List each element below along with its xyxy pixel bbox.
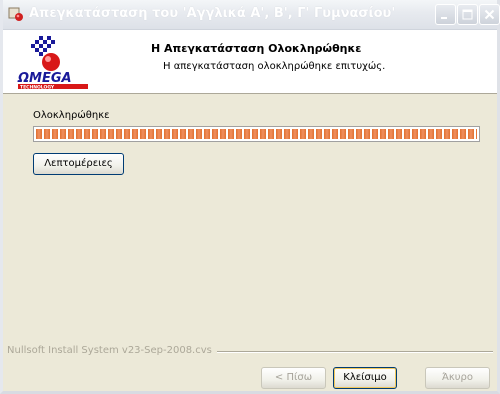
details-button[interactable]: Λεπτομέρειες bbox=[33, 153, 124, 175]
window-title: Απεγκατάσταση του 'Αγγλικά Α', Β', Γ' Γυ… bbox=[29, 6, 396, 21]
maximize-button[interactable] bbox=[457, 4, 478, 25]
close-icon bbox=[484, 9, 495, 20]
installer-window: Απεγκατάσταση του 'Αγγλικά Α', Β', Γ' Γυ… bbox=[0, 0, 500, 394]
svg-text:ΩMEGA: ΩMEGA bbox=[17, 71, 72, 86]
maximize-icon bbox=[462, 9, 473, 20]
svg-text:TECHNOLOGY: TECHNOLOGY bbox=[20, 85, 55, 91]
title-bar[interactable]: Απεγκατάσταση του 'Αγγλικά Α', Β', Γ' Γυ… bbox=[3, 0, 500, 30]
installer-icon bbox=[8, 6, 24, 22]
status-label: Ολοκληρώθηκε bbox=[33, 110, 110, 121]
minimize-icon bbox=[441, 17, 447, 19]
back-button[interactable]: < Πίσω bbox=[261, 367, 326, 389]
close-window-button[interactable] bbox=[479, 4, 500, 25]
progress-fill bbox=[36, 129, 477, 139]
branding-text: Nullsoft Install System v23-Sep-2008.cvs bbox=[7, 345, 212, 356]
omega-technology-logo: ΩMEGA TECHNOLOGY bbox=[17, 34, 101, 94]
header-subtitle: Η απεγκατάσταση ολοκληρώθηκε επιτυχώς. bbox=[163, 61, 386, 72]
cancel-button[interactable]: Άκυρο bbox=[425, 367, 490, 389]
close-button[interactable]: Κλείσιμο bbox=[333, 367, 397, 389]
wizard-header: ΩMEGA TECHNOLOGY Η Απεγκατάσταση Ολοκληρ… bbox=[3, 30, 497, 94]
footer-divider bbox=[217, 351, 493, 353]
progress-bar bbox=[33, 126, 480, 142]
minimize-button[interactable] bbox=[435, 4, 456, 25]
header-title: Η Απεγκατάσταση Ολοκληρώθηκε bbox=[151, 42, 362, 55]
